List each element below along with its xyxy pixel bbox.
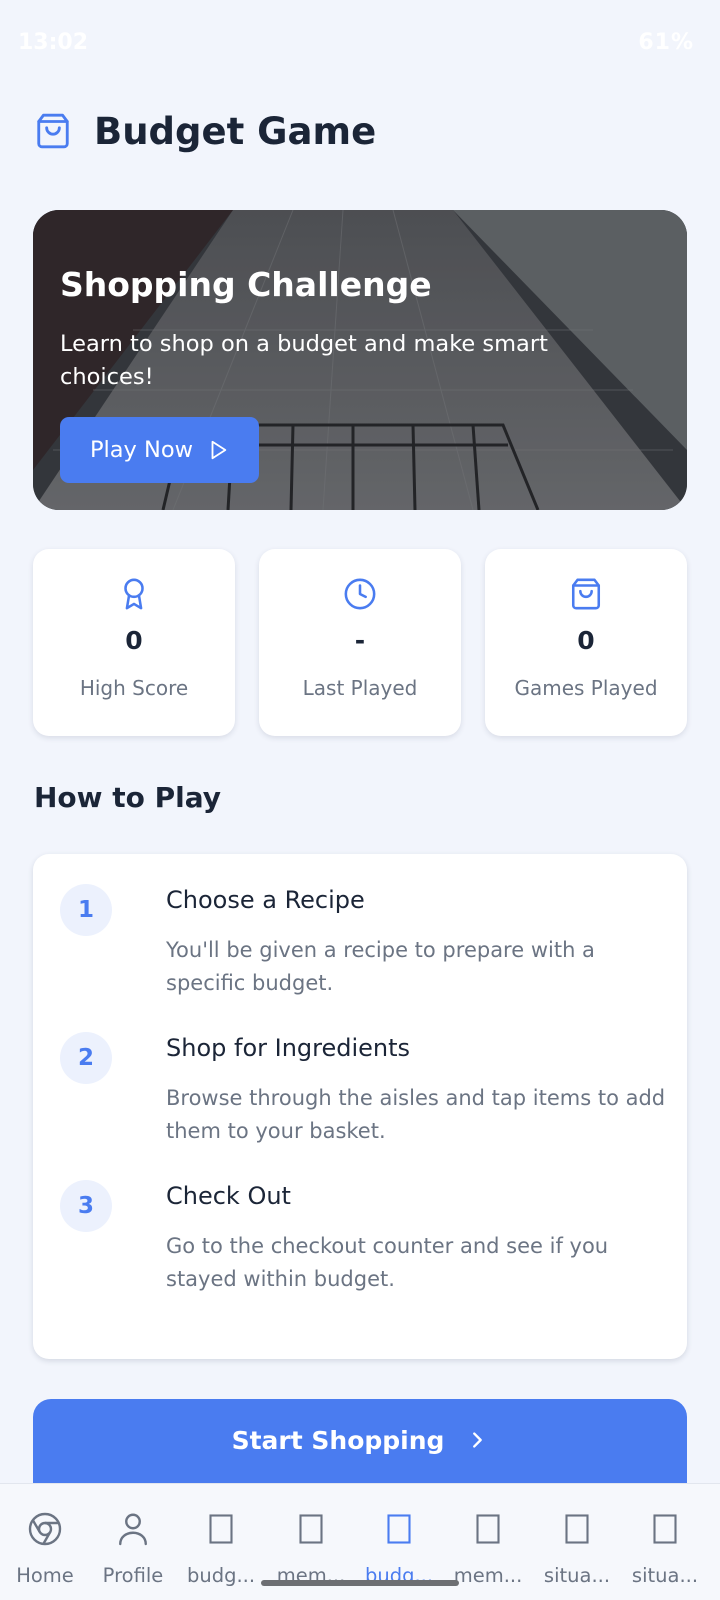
shopping-bag-icon bbox=[37, 113, 69, 149]
clock-icon bbox=[344, 578, 376, 610]
nav-label: Home bbox=[16, 1564, 74, 1587]
start-shopping-label: Start Shopping bbox=[231, 1425, 445, 1455]
how-to-play-card: 1 Choose a Recipe You'll be given a reci… bbox=[33, 854, 687, 1359]
stat-label: Last Played bbox=[302, 676, 418, 700]
stat-card-last-played: - Last Played bbox=[259, 549, 461, 736]
how-to-play-title: How to Play bbox=[34, 781, 222, 814]
home-indicator[interactable] bbox=[261, 1580, 459, 1586]
step-number: 3 bbox=[60, 1180, 112, 1232]
step-title: Choose a Recipe bbox=[166, 886, 365, 914]
placeholder-icon bbox=[476, 1514, 500, 1544]
hero-description: Learn to shop on a budget and make smart… bbox=[60, 331, 548, 390]
stat-value: - bbox=[354, 626, 366, 655]
nav-label: Profile bbox=[102, 1564, 164, 1587]
nav-item-budget-1[interactable]: budg... bbox=[176, 1484, 266, 1600]
page-title: Budget Game bbox=[94, 109, 377, 153]
status-time: 13:02 bbox=[18, 30, 89, 55]
nav-item-situation-2[interactable]: situa... bbox=[620, 1484, 710, 1600]
placeholder-icon bbox=[299, 1514, 323, 1544]
hero-banner: Shopping Challenge Learn to shop on a bu… bbox=[33, 210, 687, 510]
placeholder-icon bbox=[565, 1514, 589, 1544]
header: Budget Game bbox=[34, 104, 376, 158]
chrome-icon bbox=[28, 1512, 62, 1546]
status-indicators: 61% bbox=[638, 30, 694, 55]
hero-title: Shopping Challenge bbox=[60, 265, 432, 304]
nav-label: budg... bbox=[186, 1564, 256, 1587]
stat-card-high-score: 0 High Score bbox=[33, 549, 235, 736]
step-description: You'll be given a recipe to prepare with… bbox=[166, 938, 595, 995]
status-bar: 13:02 61% bbox=[0, 0, 720, 88]
stat-label: High Score bbox=[79, 676, 189, 700]
stats-row: 0 High Score - Last Played 0 Games Playe… bbox=[33, 549, 687, 736]
placeholder-icon bbox=[387, 1514, 411, 1544]
stat-card-games-played: 0 Games Played bbox=[485, 549, 687, 736]
play-now-button[interactable]: Play Now bbox=[60, 417, 259, 483]
nav-item-profile[interactable]: Profile bbox=[88, 1484, 178, 1600]
step-title: Check Out bbox=[166, 1182, 291, 1210]
play-now-label: Play Now bbox=[89, 437, 194, 463]
step-number: 1 bbox=[60, 884, 112, 936]
start-shopping-button[interactable]: Start Shopping bbox=[33, 1399, 687, 1491]
step-description: Go to the checkout counter and see if yo… bbox=[166, 1234, 609, 1291]
stat-value: 0 bbox=[125, 626, 143, 655]
stat-label: Games Played bbox=[514, 676, 658, 700]
nav-item-situation-1[interactable]: situa... bbox=[532, 1484, 622, 1600]
shopping-bag-icon bbox=[571, 578, 601, 610]
nav-item-home[interactable]: Home bbox=[0, 1484, 90, 1600]
step-title: Shop for Ingredients bbox=[166, 1034, 411, 1062]
step-description: Browse through the aisles and tap items … bbox=[166, 1086, 666, 1143]
nav-label: situa... bbox=[631, 1564, 699, 1587]
user-icon bbox=[119, 1513, 147, 1546]
placeholder-icon bbox=[209, 1514, 233, 1544]
play-icon bbox=[211, 440, 227, 460]
nav-label: situa... bbox=[543, 1564, 611, 1587]
step-number: 2 bbox=[60, 1032, 112, 1084]
chevron-right-icon bbox=[473, 1432, 483, 1448]
placeholder-icon bbox=[653, 1514, 677, 1544]
battery-percent: 61% bbox=[638, 30, 694, 55]
stat-value: 0 bbox=[577, 626, 595, 655]
award-icon bbox=[124, 578, 144, 610]
